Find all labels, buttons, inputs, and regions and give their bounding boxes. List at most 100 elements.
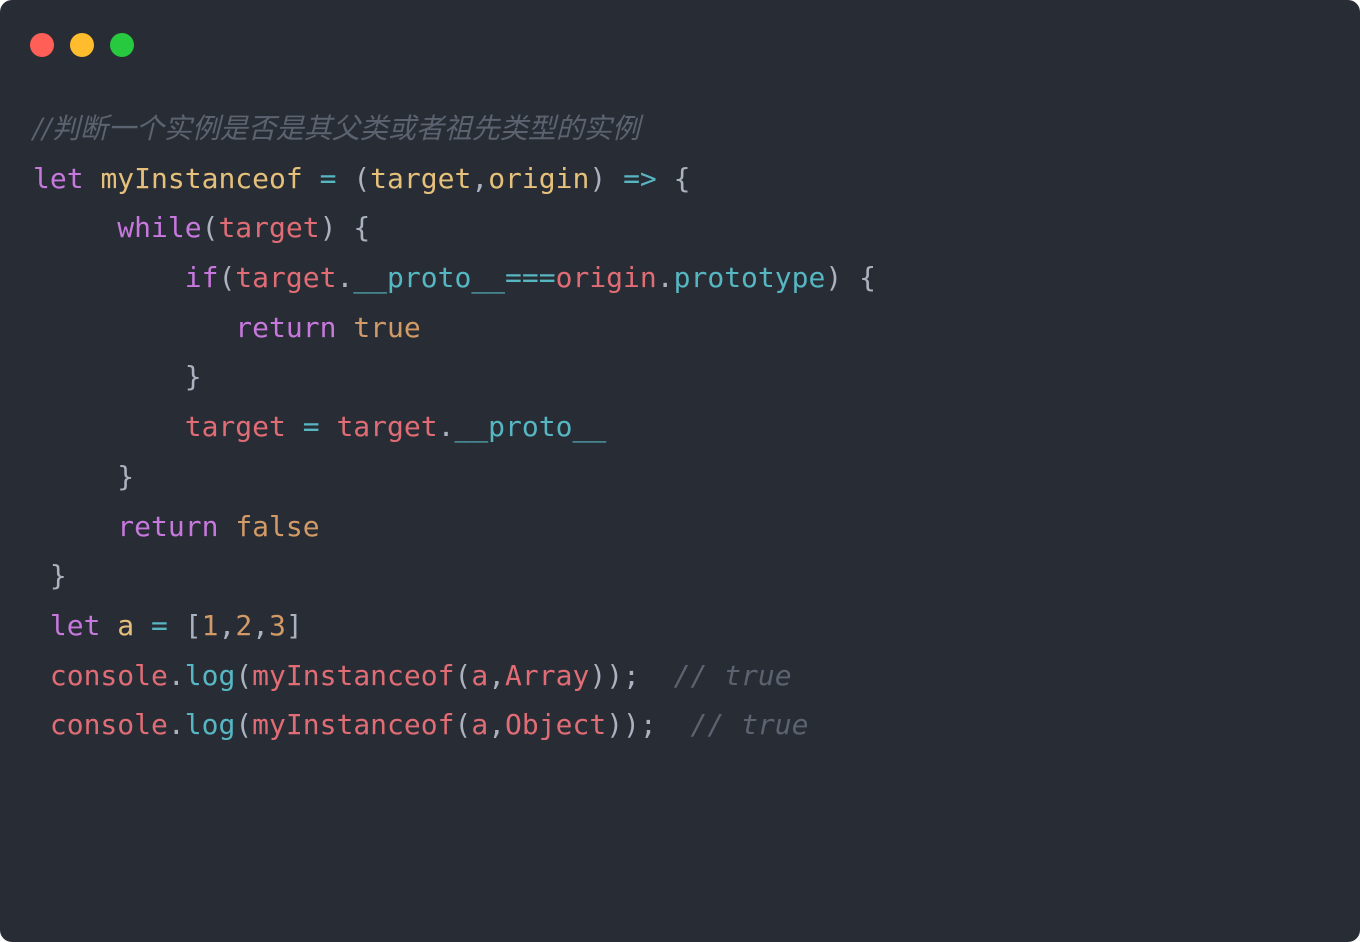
code-token-comment: //判断一个实例是否是其父类或者祖先类型的实例 [33,112,640,145]
code-token-keyword: return [117,509,219,543]
code-token-property: log [184,708,236,742]
code-token-property: __proto__ [353,261,506,295]
code-token-definition: a [117,608,135,642]
code-token-punctuation: , [471,161,489,195]
code-token-variable: Object [505,708,607,742]
code-line: return true [33,303,876,353]
code-token-punctuation: { [673,161,691,195]
code-line: console.log(myInstanceof(a,Object)); // … [33,700,876,750]
code-token-variable: origin [555,261,657,295]
code-token-punctuation: . [167,708,185,742]
code-token-keyword: let [49,608,101,642]
code-token-punctuation: ( [235,708,253,742]
code-token-property: = [302,410,320,444]
code-block: //判断一个实例是否是其父类或者祖先类型的实例 let myInstanceof … [33,104,876,750]
window-controls [30,33,134,57]
code-token-punctuation: { [859,261,876,295]
code-token-keyword: if [184,261,219,295]
code-token-variable: target [336,410,438,444]
code-token-number: 2 [235,608,253,642]
code-line: } [33,352,876,402]
code-token-punctuation: )); [606,708,657,742]
code-line: } [33,551,876,601]
code-token-variable: myInstanceof [252,708,455,742]
code-token-punctuation: } [117,459,135,493]
code-token-variable: target [184,410,286,444]
code-token-punctuation: ( [353,161,371,195]
code-token-variable: console [49,658,168,692]
code-token-punctuation: ) [589,161,607,195]
code-token-punctuation: , [488,708,506,742]
code-token-punctuation: ( [218,261,236,295]
code-token-punctuation: [ [184,608,202,642]
maximize-button[interactable] [110,33,134,57]
code-token-punctuation: ( [454,658,472,692]
code-token-property: __proto__ [454,410,607,444]
code-token-punctuation: . [336,261,354,295]
code-token-definition: target [370,161,472,195]
code-token-variable: myInstanceof [252,658,455,692]
code-token-keyword: return [235,310,337,344]
code-token-variable: console [49,708,168,742]
code-line: //判断一个实例是否是其父类或者祖先类型的实例 [33,104,876,154]
code-token-variable: a [471,658,489,692]
code-token-property: = [151,608,168,642]
code-token-punctuation: ( [235,658,253,692]
close-button[interactable] [30,33,54,57]
code-token-variable: target [218,211,320,245]
code-line: return false [33,502,876,552]
code-token-punctuation: , [218,608,236,642]
code-token-variable: target [235,261,337,295]
code-token-variable: Array [505,658,590,692]
code-token-punctuation: ( [201,211,219,245]
code-token-punctuation: { [353,211,371,245]
minimize-button[interactable] [70,33,94,57]
code-line: if(target.__proto__===origin.prototype) … [33,253,876,303]
code-token-punctuation: , [488,658,506,692]
code-token-number: 1 [201,608,219,642]
code-window: //判断一个实例是否是其父类或者祖先类型的实例 let myInstanceof … [0,0,1360,942]
code-line: let myInstanceof = (target,origin) => { [33,154,876,204]
code-token-punctuation: ) [319,211,337,245]
code-token-comment: // true [673,658,792,692]
code-token-punctuation: ( [454,708,472,742]
code-token-punctuation: . [656,261,674,295]
code-token-keyword: while [117,211,202,245]
code-token-punctuation: )); [589,658,640,692]
code-token-variable: a [471,708,489,742]
code-token-property: log [184,658,236,692]
code-token-punctuation: . [437,410,455,444]
code-token-punctuation: } [49,559,67,593]
code-token-number: false [235,509,320,543]
code-token-number: 3 [269,608,286,642]
code-token-punctuation: } [184,360,202,394]
code-line: } [33,452,876,502]
code-token-definition: origin [488,161,590,195]
code-token-punctuation: ] [285,608,303,642]
